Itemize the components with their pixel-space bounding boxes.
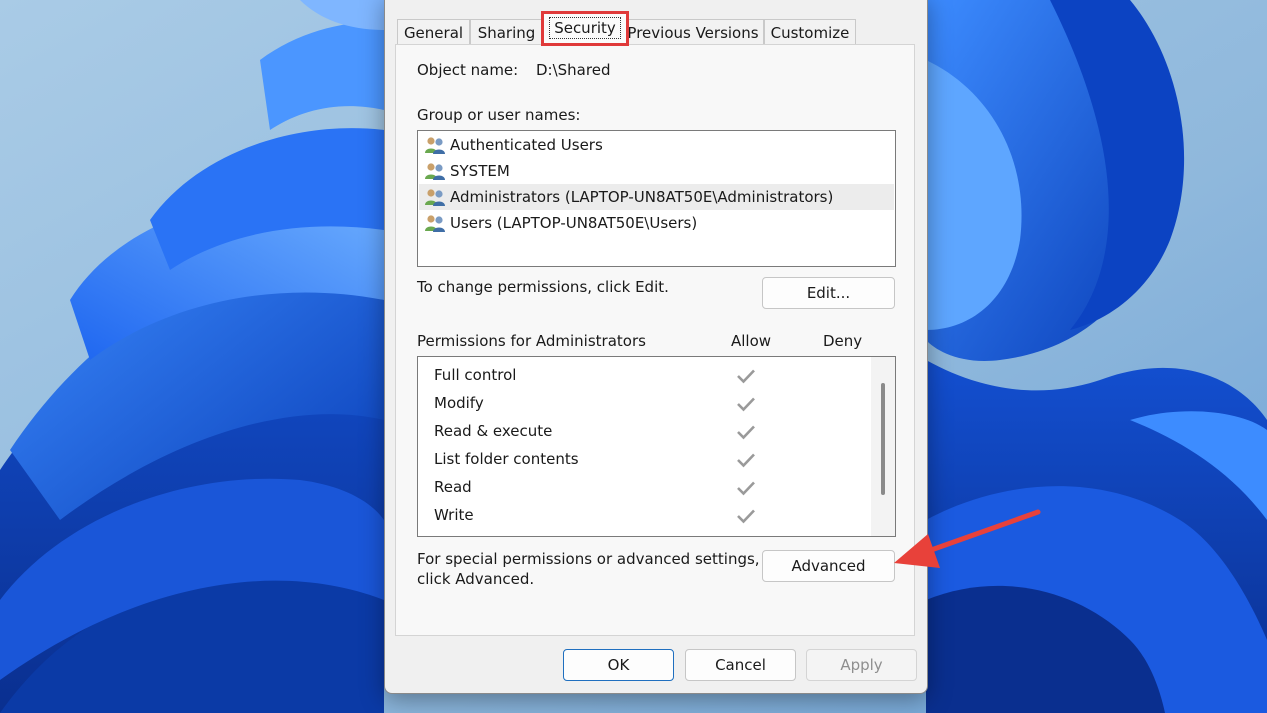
object-name-label: Object name: (417, 61, 519, 79)
tab-security-label: Security (549, 17, 621, 39)
deny-column-header: Deny (823, 332, 863, 350)
permission-row-full-control: Full control (418, 361, 870, 389)
permission-row-modify: Modify (418, 389, 870, 417)
tab-previous-versions-label: Previous Versions (627, 24, 759, 42)
tab-general-label: General (403, 24, 464, 42)
permissions-for-label: Permissions for Administrators (417, 332, 646, 350)
permission-row-write: Write (418, 501, 870, 529)
allow-checkmark-icon (737, 481, 755, 496)
permission-row-read-execute: Read & execute (418, 417, 870, 445)
list-item-label: Administrators (LAPTOP-UN8AT50E\Administ… (450, 188, 834, 206)
ok-button[interactable]: OK (563, 649, 674, 681)
allow-checkmark-icon (737, 397, 755, 412)
tab-previous-versions[interactable]: Previous Versions (622, 19, 764, 45)
tab-sharing[interactable]: Sharing (470, 19, 543, 45)
tab-security[interactable]: Security (541, 11, 629, 46)
allow-checkmark-icon (737, 369, 755, 384)
object-name-value: D:\Shared (536, 61, 611, 79)
tab-sharing-label: Sharing (477, 24, 536, 42)
allow-checkmark-icon (737, 425, 755, 440)
permission-name: Read & execute (434, 422, 553, 440)
advanced-button[interactable]: Advanced (762, 550, 895, 582)
list-item-label: Users (LAPTOP-UN8AT50E\Users) (450, 214, 698, 232)
permission-name: Modify (434, 394, 484, 412)
list-item-label: Authenticated Users (450, 136, 603, 154)
user-group-icon (425, 163, 445, 180)
list-item[interactable]: Administrators (LAPTOP-UN8AT50E\Administ… (419, 184, 894, 210)
user-group-icon (425, 189, 445, 206)
tab-customize-label: Customize (770, 24, 850, 42)
annotation-arrow-icon (894, 509, 1041, 568)
allow-checkmark-icon (737, 453, 755, 468)
group-user-names-label: Group or user names: (417, 106, 581, 124)
list-item[interactable]: SYSTEM (419, 158, 894, 184)
cancel-button[interactable]: Cancel (685, 649, 796, 681)
tab-general[interactable]: General (397, 19, 470, 45)
list-item[interactable]: Users (LAPTOP-UN8AT50E\Users) (419, 210, 894, 236)
properties-dialog: General Sharing Previous Versions Custom… (384, 0, 928, 694)
tab-customize[interactable]: Customize (764, 19, 856, 45)
allow-column-header: Allow (731, 332, 772, 350)
permission-row-read: Read (418, 473, 870, 501)
group-user-listbox[interactable]: Authenticated Users SYSTEM Administrator… (417, 130, 896, 267)
advanced-help-text-line1: For special permissions or advanced sett… (417, 550, 760, 568)
apply-button[interactable]: Apply (806, 649, 917, 681)
user-group-icon (425, 137, 445, 154)
scrollbar-thumb[interactable] (881, 383, 885, 495)
edit-button[interactable]: Edit... (762, 277, 895, 309)
desktop-screen: General Sharing Previous Versions Custom… (0, 0, 1267, 713)
security-tab-panel: Object name: D:\Shared Group or user nam… (395, 44, 915, 636)
permission-name: Read (434, 478, 472, 496)
list-item[interactable]: Authenticated Users (419, 132, 894, 158)
permission-name: Full control (434, 366, 517, 384)
list-item-label: SYSTEM (450, 162, 510, 180)
permission-name: Write (434, 506, 474, 524)
permission-name: List folder contents (434, 450, 579, 468)
allow-checkmark-icon (737, 509, 755, 524)
advanced-help-text-line2: click Advanced. (417, 570, 535, 588)
permissions-listbox[interactable]: Full control Modify Read & execute List … (417, 356, 896, 537)
change-permissions-text: To change permissions, click Edit. (417, 278, 669, 296)
permission-row-list-folder-contents: List folder contents (418, 445, 870, 473)
user-group-icon (425, 215, 445, 232)
